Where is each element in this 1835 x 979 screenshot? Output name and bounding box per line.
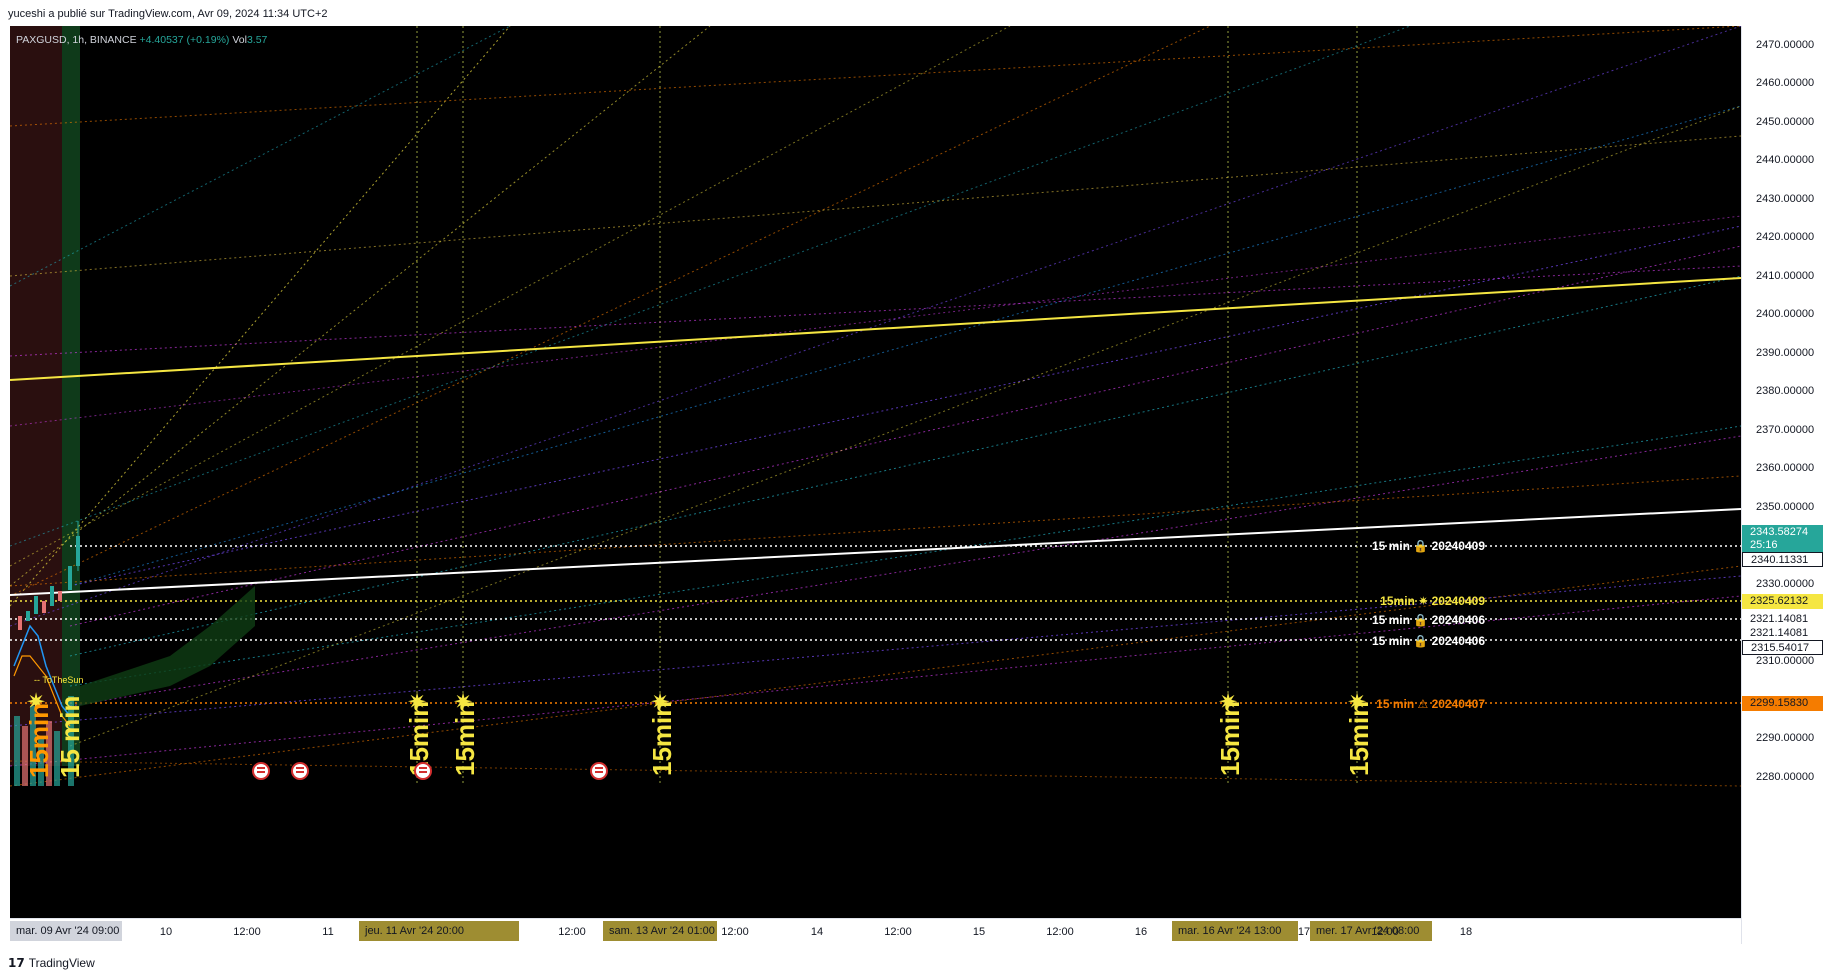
time-tick: 12:00	[558, 926, 586, 938]
publish-info: yuceshi a publié sur TradingView.com, Av…	[8, 8, 328, 20]
price-tick: 2290.00000	[1756, 732, 1815, 744]
time-box-thu: jeu. 11 Avr '24 20:00	[359, 921, 519, 941]
price-tick: 2370.00000	[1756, 424, 1815, 436]
level-label-1-tf: 15 min	[1371, 539, 1410, 553]
lock-icon: 🔒	[1413, 539, 1429, 553]
trend-lines	[10, 26, 1741, 787]
level-label-1[interactable]: 15 min 🔒 20240409	[1372, 539, 1485, 553]
time-tick: 12:00	[233, 926, 261, 938]
us-flag-icon[interactable]	[590, 762, 608, 780]
symbol-label[interactable]: PAXGUSD, 1h, BINANCE	[16, 34, 137, 46]
price-label-orange: 2299.15830	[1742, 696, 1823, 711]
volume-label: Vol	[232, 34, 247, 46]
price-tick: 2280.00000	[1756, 771, 1815, 783]
tradingview-logo-icon: 17	[8, 956, 25, 970]
chart-legend[interactable]: PAXGUSD, 1h, BINANCE +4.40537 (+0.19%) V…	[16, 34, 267, 46]
price-tick: 2440.00000	[1756, 154, 1815, 166]
vertical-label-3: 15min	[647, 700, 677, 776]
level-label-3-date: 20240406	[1431, 613, 1485, 627]
time-box-tue: mar. 16 Avr '24 13:00	[1172, 921, 1298, 941]
price-tick: 2380.00000	[1756, 385, 1815, 397]
level-label-4-tf: 15 min	[1371, 634, 1410, 648]
us-flag-icon[interactable]	[414, 762, 432, 780]
time-tick: 18	[1459, 926, 1473, 938]
time-axis[interactable]: mar. 09 Avr '24 09:00 10 12:00 11 jeu. 1…	[10, 918, 1741, 945]
cloud-area	[80, 586, 255, 706]
candle-countdown: 25:16	[1742, 538, 1823, 553]
session-highlight	[62, 26, 80, 766]
level-label-5-tf: 15 min	[1376, 697, 1415, 711]
time-tick: 12:00	[884, 926, 912, 938]
footer: 17 TradingView	[0, 944, 1835, 979]
vertical-label-6: 15 min	[55, 695, 85, 778]
volume-value: 3.57	[246, 34, 268, 46]
level-label-2-date: 20240409	[1431, 594, 1485, 608]
sun-icon: ✷	[1418, 594, 1429, 608]
time-tick: 14	[810, 926, 824, 938]
level-label-2-tf: 15min	[1380, 594, 1415, 608]
price-label-white: 2321.14081	[1742, 626, 1823, 641]
vertical-label-5: 15min	[1344, 700, 1374, 776]
price-label-white: 2315.54017	[1742, 640, 1823, 655]
price-tick: 2310.00000	[1756, 655, 1815, 667]
price-tick: 2460.00000	[1756, 77, 1815, 89]
price-tick: 2420.00000	[1756, 231, 1815, 243]
price-tick: 2470.00000	[1756, 39, 1815, 51]
time-tick: 15	[972, 926, 986, 938]
level-label-3[interactable]: 15 min 🔒 20240406	[1372, 613, 1485, 627]
level-label-5[interactable]: 15 min ⚠ 20240407	[1376, 697, 1485, 711]
lock-icon: 🔒	[1413, 634, 1429, 648]
level-label-5-date: 20240407	[1431, 697, 1485, 711]
price-tick: 2350.00000	[1756, 501, 1815, 513]
level-label-2[interactable]: 15min ✷ 20240409	[1380, 594, 1485, 608]
time-tick: 12:00	[721, 926, 749, 938]
us-flag-icon[interactable]	[291, 762, 309, 780]
price-tick: 2390.00000	[1756, 347, 1815, 359]
us-flag-icon[interactable]	[252, 762, 270, 780]
price-label-white: 2321.14081	[1742, 612, 1823, 627]
price-tick: 2360.00000	[1756, 462, 1815, 474]
time-tick: 12:00	[1371, 926, 1399, 938]
price-change: +4.40537 (+0.19%)	[139, 34, 230, 46]
price-tick: 2450.00000	[1756, 116, 1815, 128]
time-tick: 17	[1297, 926, 1311, 938]
drawing-layer	[10, 26, 1741, 787]
price-tick: 2430.00000	[1756, 193, 1815, 205]
level-label-1-date: 20240409	[1431, 539, 1485, 553]
vertical-label-2: 15min	[450, 700, 480, 776]
price-tick: 2410.00000	[1756, 270, 1815, 282]
chart-pane[interactable]: PAXGUSD, 1h, BINANCE +4.40537 (+0.19%) V…	[10, 26, 1741, 944]
time-tick: 16	[1134, 926, 1148, 938]
price-label-white: 2340.11331	[1742, 552, 1823, 567]
price-tick: 2400.00000	[1756, 308, 1815, 320]
price-axis[interactable]: 2470.00000 2460.00000 2450.00000 2440.00…	[1741, 26, 1835, 944]
warning-icon: ⚠	[1417, 697, 1429, 711]
lock-icon: 🔒	[1413, 613, 1429, 627]
vertical-label-7: 15min	[24, 702, 54, 778]
vertical-time-lines	[416, 26, 1358, 786]
vertical-label-4: 15min	[1215, 700, 1245, 776]
time-tick: 11	[322, 926, 334, 938]
tothesun-label: -- ToTheSun	[34, 675, 84, 685]
level-label-3-tf: 15 min	[1371, 613, 1410, 627]
time-box-start: mar. 09 Avr '24 09:00	[10, 921, 122, 941]
brand-name: TradingView	[28, 956, 95, 970]
time-tick: 12:00	[1046, 926, 1074, 938]
price-label-yellow: 2325.62132	[1742, 594, 1823, 609]
yellow-trend-line[interactable]	[10, 277, 1741, 381]
level-label-4-date: 20240406	[1431, 634, 1485, 648]
publish-header: yuceshi a publié sur TradingView.com, Av…	[0, 0, 1835, 26]
tradingview-logo[interactable]: 17 TradingView	[8, 956, 95, 970]
time-box-sat: sam. 13 Avr '24 01:00	[603, 921, 717, 941]
level-label-4[interactable]: 15 min 🔒 20240406	[1372, 634, 1485, 648]
price-tick: 2330.00000	[1756, 578, 1815, 590]
time-tick: 10	[159, 926, 173, 938]
